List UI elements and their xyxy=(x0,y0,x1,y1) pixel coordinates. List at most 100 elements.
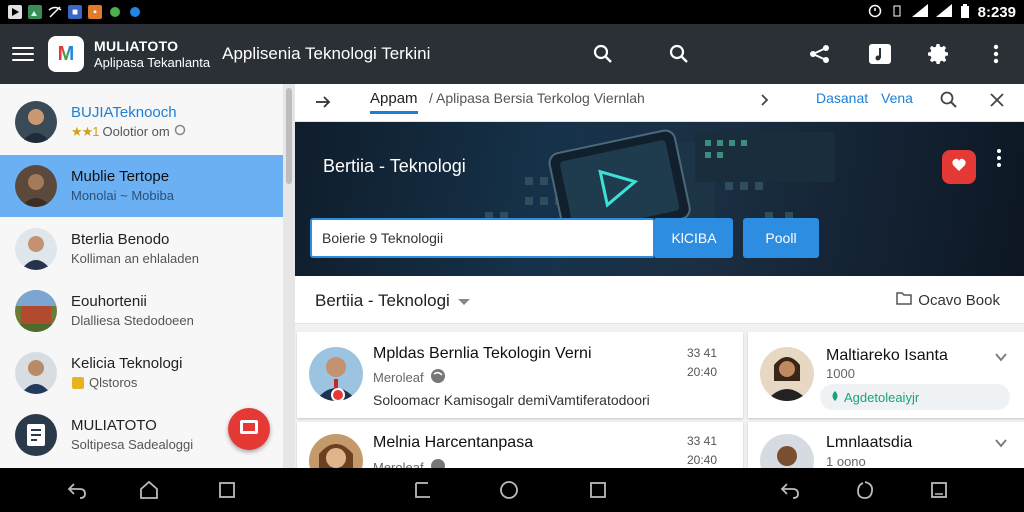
page-title: Applisenia Teknologi Terkini xyxy=(222,44,431,63)
breadcrumb: Appam / Aplipasa Bersia Terkolog Viernla… xyxy=(295,84,1024,122)
search-icon[interactable] xyxy=(588,39,618,69)
card-meta: Meroleaf xyxy=(373,370,424,385)
share-icon[interactable] xyxy=(805,39,835,69)
tag-label: Agdetoleaiyjr xyxy=(844,389,920,405)
tab-appam[interactable]: Appam xyxy=(370,90,418,114)
home-icon[interactable] xyxy=(854,479,876,501)
drawer-item-subtitle: Qlstoros xyxy=(89,375,138,391)
recents-icon[interactable] xyxy=(587,479,609,501)
search-field[interactable] xyxy=(310,218,655,258)
save-book-label: Ocavo Book xyxy=(918,291,1000,309)
drawer-scrollbar[interactable] xyxy=(283,84,295,468)
globe-icon xyxy=(430,458,446,468)
avatar xyxy=(15,228,57,270)
drawer-item-title: Bterlia Benodo xyxy=(71,231,170,249)
drawer-item-active[interactable]: Mublie Tertope Monolai ~ Mobiba xyxy=(0,155,283,217)
chevron-right-icon[interactable] xyxy=(757,91,773,109)
post-button[interactable]: Pooll xyxy=(743,218,819,258)
music-note-icon[interactable] xyxy=(865,39,895,69)
app-name: MULIATOTO xyxy=(94,37,179,54)
menu-icon[interactable] xyxy=(12,47,34,61)
caret-down-icon xyxy=(457,291,470,311)
card-description: Soloomacr Kamisogalr demiVamtiferatodoor… xyxy=(373,392,650,408)
wifi-icon xyxy=(911,3,928,21)
bug-icon xyxy=(108,5,122,19)
search-icon[interactable] xyxy=(939,90,959,110)
search-icon[interactable] xyxy=(664,39,694,69)
search-button[interactable]: KlCIBA xyxy=(655,218,733,258)
card-meta: 1000 xyxy=(826,366,855,381)
list-card[interactable]: Maltiareko Isanta 1000 Agdetoleaiyjr xyxy=(748,332,1024,418)
back-icon[interactable] xyxy=(412,479,434,501)
list-card[interactable]: Melnia Harcentanpasa Meroleaf 33 41 20:40 xyxy=(297,422,743,468)
card-number: 33 41 xyxy=(687,346,718,360)
back-icon[interactable] xyxy=(66,479,88,501)
rating-stars: ★★1 xyxy=(71,124,100,140)
close-icon[interactable] xyxy=(987,90,1007,110)
leaf-icon xyxy=(830,390,840,405)
floating-action-button[interactable] xyxy=(228,408,270,450)
drawer-item[interactable]: Kelicia Teknologi Qlstoros xyxy=(0,342,283,404)
wifi-off-icon xyxy=(48,5,62,19)
chevron-down-icon[interactable] xyxy=(994,436,1008,450)
avatar xyxy=(15,101,57,143)
drawer-item-subtitle: Oolotior om xyxy=(102,124,170,140)
refresh-icon xyxy=(174,123,186,141)
app-subtitle: Aplipasa Tekanlanta xyxy=(94,54,211,70)
tag-pill[interactable]: Agdetoleaiyjr xyxy=(820,384,1010,410)
drawer-item-title: Mublie Tertope xyxy=(71,168,170,186)
avatar xyxy=(760,347,814,401)
globe-icon xyxy=(430,368,446,387)
list-card[interactable]: Lmnlaatsdia 1 oono xyxy=(748,422,1024,468)
photo-icon: ▪ xyxy=(88,5,102,19)
home-icon[interactable] xyxy=(138,479,160,501)
arrow-right-icon[interactable] xyxy=(313,92,333,112)
drawer-item-title: Kelicia Teknologi xyxy=(71,355,183,373)
drawer-item-subtitle: Soltipesa Sadealoggi xyxy=(71,437,194,453)
section-dropdown[interactable]: Bertiia - Teknologi xyxy=(315,291,470,311)
link-dasanat[interactable]: Dasanat xyxy=(816,90,868,106)
save-book-button[interactable]: Ocavo Book xyxy=(896,291,1000,309)
back-icon[interactable] xyxy=(779,479,801,501)
section-title: Bertiia - Teknologi xyxy=(315,291,450,310)
signal-icon xyxy=(935,3,952,21)
avatar xyxy=(15,290,57,332)
drawer-item[interactable]: BUJIATeknooch ★★1 Oolotior om xyxy=(0,91,283,153)
card-meta: Meroleaf xyxy=(373,460,424,468)
list-card[interactable]: Mpldas Bernlia Tekologin Verni Meroleaf … xyxy=(297,332,743,418)
browser-icon xyxy=(128,5,142,19)
link-vena[interactable]: Vena xyxy=(881,90,913,106)
drawer-item-title: Eouhortenii xyxy=(71,293,147,311)
recents-icon[interactable] xyxy=(928,479,950,501)
gear-icon[interactable] xyxy=(924,39,954,69)
battery-icon xyxy=(960,3,970,21)
scrollbar-thumb[interactable] xyxy=(286,88,292,184)
card-time: 20:40 xyxy=(687,364,718,379)
drawer-item-subtitle: Monolai ~ Mobiba xyxy=(71,188,174,204)
drawer-item[interactable]: Eouhortenii Dlalliesa Stedodoeen xyxy=(0,280,283,342)
gallery-icon xyxy=(28,5,42,19)
vibrate-icon xyxy=(890,4,904,21)
hero-banner: Bertiia - Teknologi KlCIBA Pooll xyxy=(295,122,1024,276)
recents-icon[interactable] xyxy=(216,479,238,501)
app-icon: ■ xyxy=(68,5,82,19)
badge-icon xyxy=(71,376,85,390)
more-vert-icon[interactable] xyxy=(981,39,1011,69)
chevron-down-icon[interactable] xyxy=(994,350,1008,364)
avatar xyxy=(15,165,57,207)
heart-icon xyxy=(951,158,967,177)
media-icon xyxy=(8,5,22,19)
app-identity: MULIATOTO Aplipasa Tekanlanta xyxy=(94,38,210,70)
hero-title: Bertiia - Teknologi xyxy=(323,156,466,176)
alarm-icon xyxy=(868,4,882,21)
more-vert-icon[interactable] xyxy=(996,148,1006,168)
status-right: 8:239 xyxy=(868,3,1016,21)
drawer-item-subtitle: Kolliman an ehlaladen xyxy=(71,251,199,267)
home-icon[interactable] xyxy=(498,479,520,501)
app-logo: M xyxy=(48,36,84,72)
status-time: 8:239 xyxy=(977,3,1016,21)
card-number: 33 41 xyxy=(687,434,718,448)
search-input[interactable] xyxy=(312,220,653,256)
hero-badge-button[interactable] xyxy=(942,150,976,184)
drawer-item[interactable]: Bterlia Benodo Kolliman an ehlaladen xyxy=(0,218,283,280)
